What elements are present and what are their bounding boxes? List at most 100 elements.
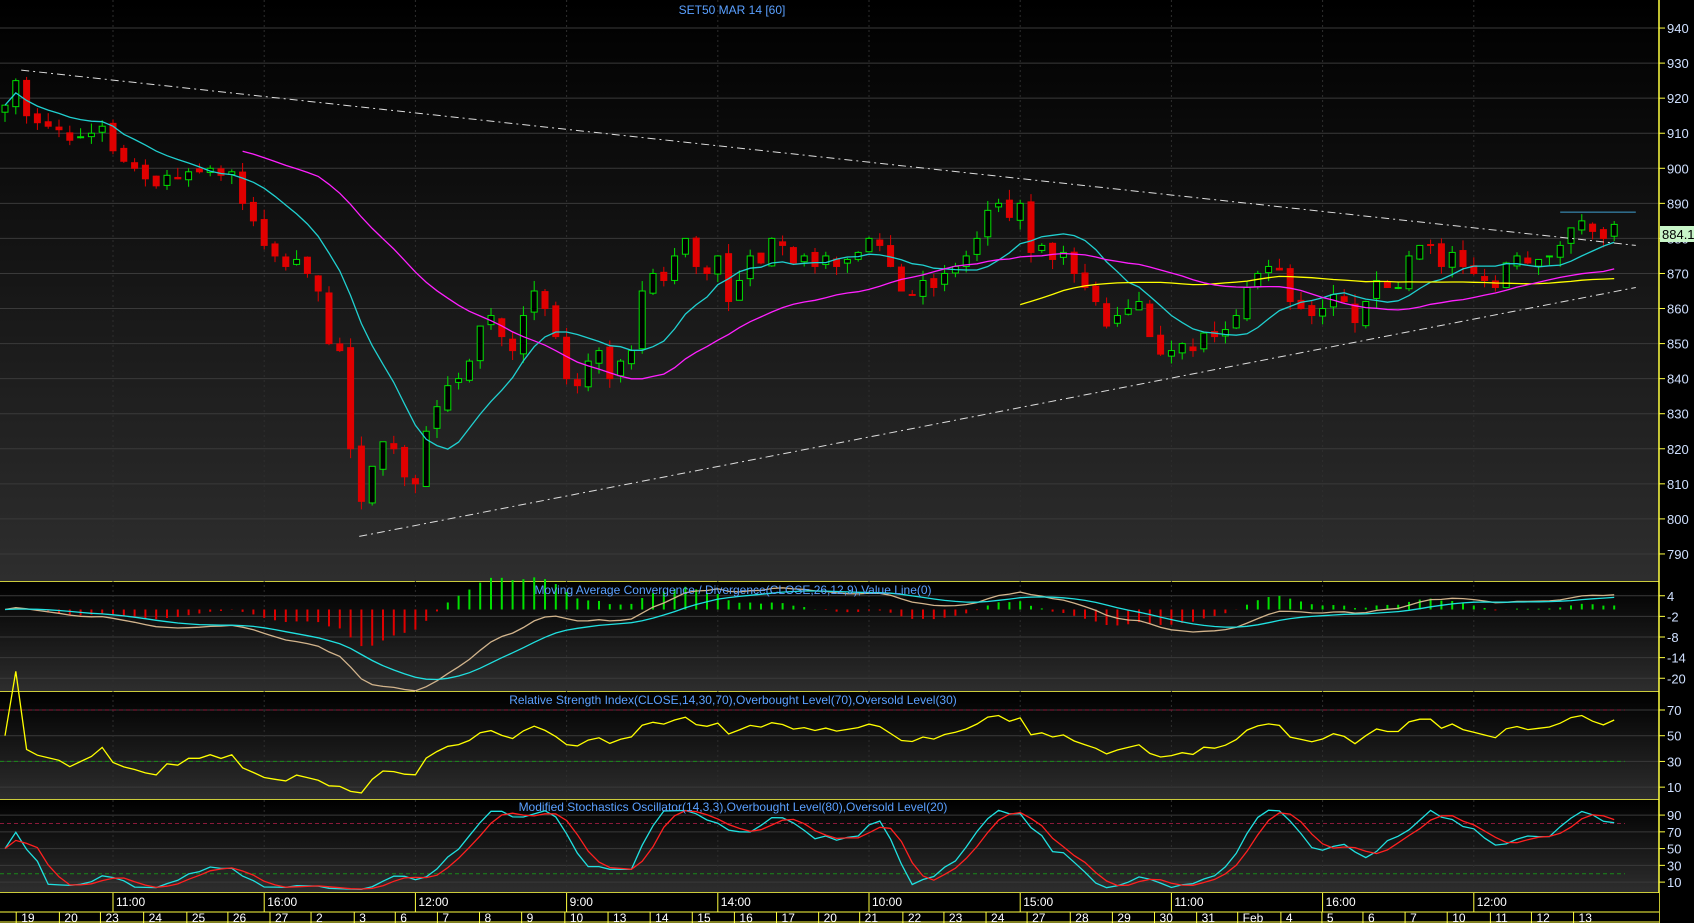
candle-down [271,243,279,257]
candle-up [98,125,106,133]
candle-down [401,446,409,478]
hour-label: 11:00 [116,895,145,909]
candle-down [1286,268,1294,303]
candle-up [1535,258,1543,267]
candle-up [1243,286,1251,320]
candle-up [1610,223,1618,237]
candle-up [1178,343,1186,354]
date-label: 4 [1286,911,1293,923]
candle-down [1589,223,1597,232]
candle-up [919,279,927,297]
candle-up [519,315,527,355]
hour-label: 10:00 [872,895,902,909]
candle-up [1394,286,1402,289]
hour-label: 11:00 [1174,895,1203,909]
macd-title: Moving Average Convergence / Divergence(… [534,583,931,597]
hour-label: 16:00 [1326,895,1356,909]
candle-down [1027,201,1035,253]
last-price-label: 884.10 [1662,227,1694,242]
candle-down [120,147,128,162]
y-tick-label: 10 [1667,875,1681,890]
candle-down [23,79,31,117]
candle-down [260,219,268,246]
candle-up [1416,244,1424,260]
y-tick-label: -14 [1667,651,1686,666]
date-label: 19 [21,911,35,923]
candle-up [714,255,722,275]
date-label: 6 [400,911,407,923]
candle-down [703,267,711,274]
candle-down [55,126,63,131]
panel-background [0,0,1659,582]
candle-up [617,360,625,377]
candle-down [876,239,884,246]
candle-down [1157,334,1165,355]
candle-down [811,251,819,267]
candle-down [1459,250,1467,267]
candle-up [843,258,851,264]
candle-down [347,347,355,450]
date-label: 28 [1075,911,1089,923]
candle-down [390,443,398,450]
hour-label: 9:00 [570,895,594,909]
candle-down [1481,276,1489,281]
candle-up [649,272,657,294]
y-tick-label: 800 [1667,512,1689,527]
candle-up [1319,308,1327,317]
candle-up [1113,315,1121,324]
candle-up [1405,255,1413,290]
date-label: 14 [655,911,669,923]
panel-background [0,692,1659,800]
date-label: 7 [1410,911,1417,923]
candle-down [1599,229,1607,239]
y-tick-label: 810 [1667,477,1689,492]
candle-up [185,171,193,181]
candle-up [1373,279,1381,299]
candle-up [163,174,171,186]
y-tick-label: 910 [1667,126,1689,141]
candle-up [1265,265,1273,274]
candle-up [465,360,473,381]
y-tick-label: 90 [1667,808,1681,823]
candle-up [746,255,754,280]
candle-up [1567,227,1575,244]
date-label: 13 [1579,911,1593,923]
candle-down [174,176,182,180]
date-label: 10 [570,911,584,923]
candle-down [1146,303,1154,338]
y-tick-label: 900 [1667,161,1689,176]
candle-up [681,237,689,255]
candle-up [444,385,452,411]
candle-down [336,343,344,352]
candle-down [1103,303,1111,327]
candle-down [325,292,333,345]
y-tick-label: 820 [1667,442,1689,457]
candle-down [131,162,139,169]
date-label: 12 [1536,911,1550,923]
y-tick-label: 940 [1667,21,1689,36]
hour-label: 14:00 [721,895,751,909]
y-tick-label: 790 [1667,547,1689,562]
candle-up [1232,315,1240,329]
candle-up [455,378,463,383]
candle-up [433,406,441,429]
candle-up [379,441,387,470]
date-label: 16 [739,911,753,923]
date-label: 23 [105,911,119,923]
y-tick-label: 870 [1667,266,1689,281]
y-tick-label: 50 [1667,842,1681,857]
candle-up [368,465,376,504]
candle-down [1308,305,1316,317]
candle-down [282,256,290,267]
candle-up [530,290,538,313]
candle-up [595,350,603,364]
date-label: 3 [359,911,366,923]
candle-down [1351,303,1359,324]
y-tick-label: 830 [1667,407,1689,422]
candle-up [1038,244,1046,251]
hour-label: 15:00 [1023,895,1053,909]
candle-down [1049,242,1057,260]
trading-chart[interactable]: 9409309209109008908808708608508408308208… [0,0,1694,923]
candle-down [303,256,311,274]
candle-down [1275,267,1283,271]
